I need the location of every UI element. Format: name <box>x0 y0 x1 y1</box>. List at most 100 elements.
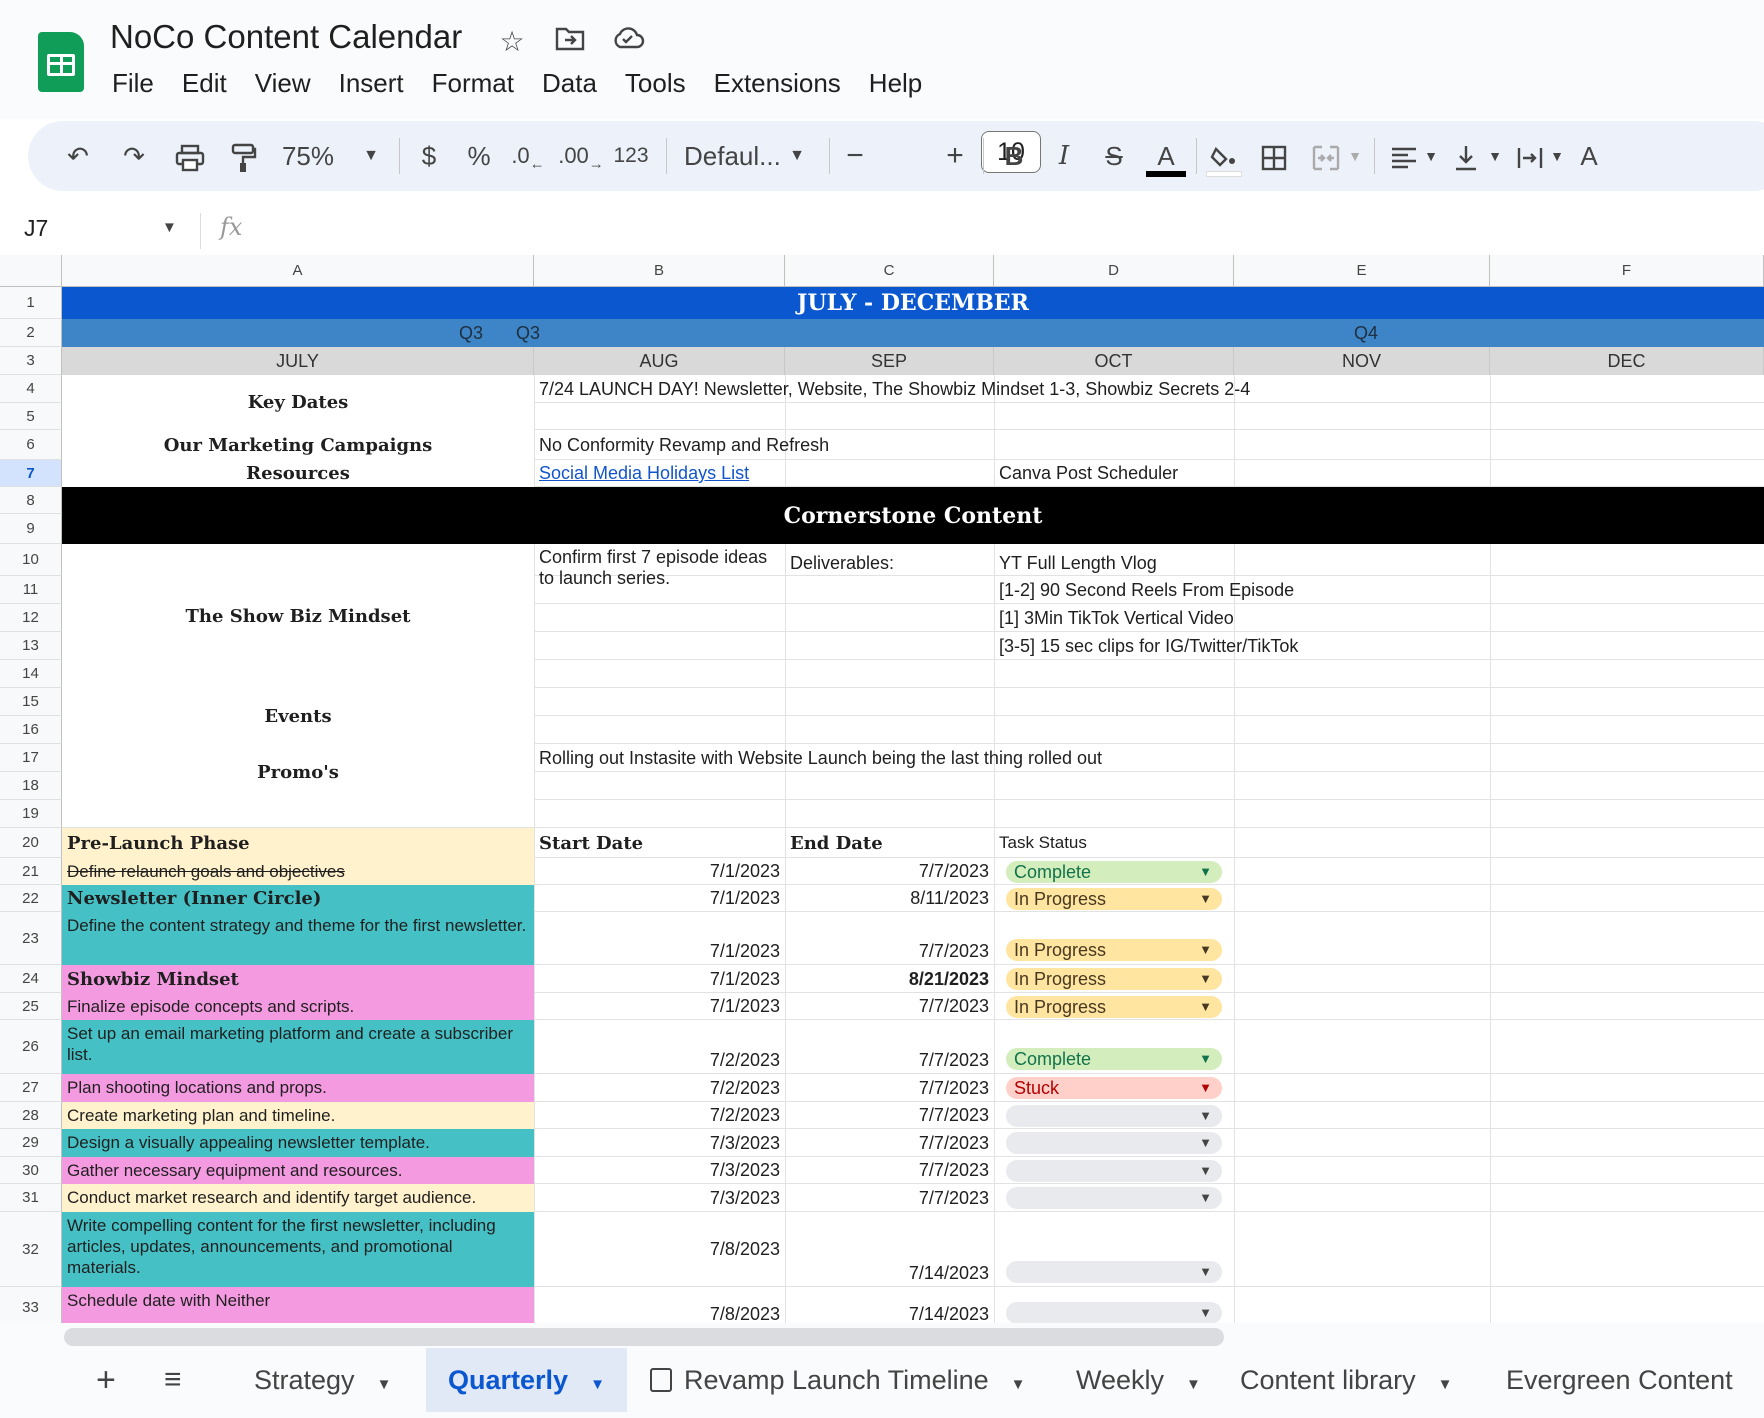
cloud-saved-icon[interactable] <box>610 24 646 60</box>
row-header-33[interactable]: 33 <box>0 1287 62 1323</box>
task-name[interactable]: Design a visually appealing newsletter t… <box>62 1129 534 1157</box>
sheet-tab-quarterly[interactable]: Quarterly ▼ <box>426 1348 627 1412</box>
row-header-14[interactable]: 14 <box>0 660 62 688</box>
menu-item-file[interactable]: File <box>98 64 168 102</box>
row-header-15[interactable]: 15 <box>0 688 62 716</box>
row-header-4[interactable]: 4 <box>0 375 62 403</box>
bold-icon[interactable]: B <box>996 121 1032 191</box>
status-chevron-down-icon[interactable]: ▼ <box>1199 968 1212 990</box>
task-name[interactable]: Schedule date with Neither <box>62 1287 534 1323</box>
row-header-28[interactable]: 28 <box>0 1102 62 1129</box>
deliverable-clips[interactable]: [3-5] 15 sec clips for IG/Twitter/TikTok <box>994 632 1490 660</box>
text-wrapping-icon[interactable] <box>1510 121 1550 191</box>
vertical-align-icon[interactable] <box>1446 121 1486 191</box>
deliverables-label[interactable]: Deliverables: <box>785 544 994 576</box>
add-sheet-icon[interactable]: + <box>96 1348 116 1412</box>
social-media-holidays-link[interactable]: Social Media Holidays List <box>534 460 785 487</box>
status-dropdown[interactable]: ▼ <box>1006 1105 1222 1127</box>
status-dropdown[interactable]: In Progress ▼ <box>1006 888 1222 910</box>
star-icon[interactable]: ☆ <box>494 24 530 60</box>
task-start-date[interactable]: 7/1/2023 <box>534 993 785 1020</box>
sheet-tab-revamp-launch-timeline[interactable]: Revamp Launch Timeline ▼ <box>628 1348 1048 1412</box>
increase-decimal-button[interactable]: .00→ <box>558 121 604 191</box>
status-dropdown[interactable]: ▼ <box>1006 1302 1222 1323</box>
promos-value[interactable]: Rolling out Instasite with Website Launc… <box>534 744 1764 772</box>
row-header-18[interactable]: 18 <box>0 772 62 800</box>
row-header-5[interactable]: 5 <box>0 403 62 430</box>
menu-item-edit[interactable]: Edit <box>168 64 241 102</box>
start-date-header[interactable]: Start Date <box>534 828 785 858</box>
sheet-tab-evergreen-content[interactable]: Evergreen Content <box>1484 1348 1764 1412</box>
row-header-13[interactable]: 13 <box>0 632 62 660</box>
menu-item-view[interactable]: View <box>241 64 325 102</box>
title-banner[interactable]: JULY - DECEMBER <box>62 287 1764 319</box>
sheet-tab-chevron-down-icon[interactable]: ▼ <box>1011 1376 1026 1393</box>
column-header-c[interactable]: C <box>785 255 994 287</box>
task-end-date[interactable]: 8/11/2023 <box>785 885 994 912</box>
row-header-29[interactable]: 29 <box>0 1129 62 1157</box>
month-header-oct[interactable]: OCT <box>994 347 1234 375</box>
sheets-logo-icon[interactable] <box>38 32 84 92</box>
task-start-date[interactable]: 7/1/2023 <box>534 858 785 885</box>
zoom-chevron-down-icon[interactable]: ▼ <box>362 121 380 191</box>
task-end-date[interactable]: 7/7/2023 <box>785 1157 994 1184</box>
decrease-decimal-button[interactable]: .0← <box>508 121 548 191</box>
row-header-23[interactable]: 23 <box>0 912 62 965</box>
row-header-22[interactable]: 22 <box>0 885 62 912</box>
text-rotation-icon[interactable]: A <box>1574 121 1604 191</box>
status-dropdown[interactable]: Complete ▼ <box>1006 1048 1222 1070</box>
month-header-aug[interactable]: AUG <box>534 347 785 375</box>
label-promos[interactable]: Promo's <box>62 744 534 800</box>
task-end-date[interactable]: 7/7/2023 <box>785 1129 994 1157</box>
text-color-icon[interactable]: A <box>1146 121 1186 191</box>
status-chevron-down-icon[interactable]: ▼ <box>1199 1048 1212 1070</box>
spreadsheet-grid[interactable]: A B C D E F 1 2 3 4 5 6 7 8 9 10 11 12 13 14 15 16 17 18 19 20 21 2… <box>0 255 1764 1323</box>
font-size-increase-icon[interactable]: + <box>940 121 970 191</box>
paint-format-icon[interactable] <box>222 121 266 191</box>
align-left-icon[interactable] <box>1384 121 1424 191</box>
status-chevron-down-icon[interactable]: ▼ <box>1199 888 1212 910</box>
font-family-select[interactable]: Defaul... <box>684 121 790 191</box>
row-header-17[interactable]: 17 <box>0 744 62 772</box>
task-name[interactable]: Plan shooting locations and props. <box>62 1074 534 1102</box>
row-header-7[interactable]: 7 <box>0 460 62 487</box>
status-dropdown[interactable]: In Progress ▼ <box>1006 939 1222 961</box>
status-chevron-down-icon[interactable]: ▼ <box>1199 996 1212 1018</box>
deliverable-tiktok[interactable]: [1] 3Min TikTok Vertical Video <box>994 604 1490 632</box>
label-key-dates[interactable]: Key Dates <box>62 375 534 430</box>
fill-color-icon[interactable] <box>1204 121 1244 191</box>
menu-item-data[interactable]: Data <box>528 64 611 102</box>
row-header-24[interactable]: 24 <box>0 965 62 993</box>
task-end-date[interactable]: 7/7/2023 <box>785 993 994 1020</box>
row-header-20[interactable]: 20 <box>0 828 62 858</box>
row-header-12[interactable]: 12 <box>0 604 62 632</box>
sheet-tab-chevron-down-icon[interactable]: ▼ <box>590 1376 605 1393</box>
currency-format-button[interactable]: $ <box>414 121 444 191</box>
all-sheets-menu-icon[interactable]: ≡ <box>164 1348 182 1412</box>
task-end-date[interactable]: 7/14/2023 <box>785 1212 994 1287</box>
status-chevron-down-icon[interactable]: ▼ <box>1199 1160 1212 1182</box>
task-name[interactable]: Showbiz Mindset <box>62 965 534 993</box>
task-end-date[interactable]: 7/7/2023 <box>785 1184 994 1212</box>
name-box-chevron-down-icon[interactable]: ▼ <box>162 219 177 236</box>
status-dropdown[interactable]: ▼ <box>1006 1261 1222 1283</box>
merge-chevron-down-icon[interactable]: ▼ <box>1346 121 1364 191</box>
borders-icon[interactable] <box>1254 121 1294 191</box>
status-dropdown[interactable]: Stuck ▼ <box>1006 1077 1222 1099</box>
task-end-date[interactable]: 7/14/2023 <box>785 1287 994 1323</box>
move-folder-icon[interactable] <box>552 24 588 60</box>
month-header-july[interactable]: JULY <box>62 347 534 375</box>
task-start-date[interactable]: 7/2/2023 <box>534 1020 785 1074</box>
redo-icon[interactable]: ↷ <box>114 121 154 191</box>
status-dropdown[interactable]: In Progress ▼ <box>1006 968 1222 990</box>
status-dropdown[interactable]: Complete ▼ <box>1006 861 1222 883</box>
row-header-11[interactable]: 11 <box>0 576 62 604</box>
status-dropdown[interactable]: ▼ <box>1006 1187 1222 1209</box>
key-dates-value[interactable]: 7/24 LAUNCH DAY! Newsletter, Website, Th… <box>534 375 1764 403</box>
sheet-tab-strategy[interactable]: Strategy ▼ <box>232 1348 413 1412</box>
column-header-f[interactable]: F <box>1490 255 1764 287</box>
task-start-date[interactable]: 7/2/2023 <box>534 1074 785 1102</box>
pre-launch-header[interactable]: Pre-Launch Phase <box>62 828 534 858</box>
sheet-tab-content-library[interactable]: Content library ▼ <box>1218 1348 1474 1412</box>
task-name[interactable]: Create marketing plan and timeline. <box>62 1102 534 1129</box>
